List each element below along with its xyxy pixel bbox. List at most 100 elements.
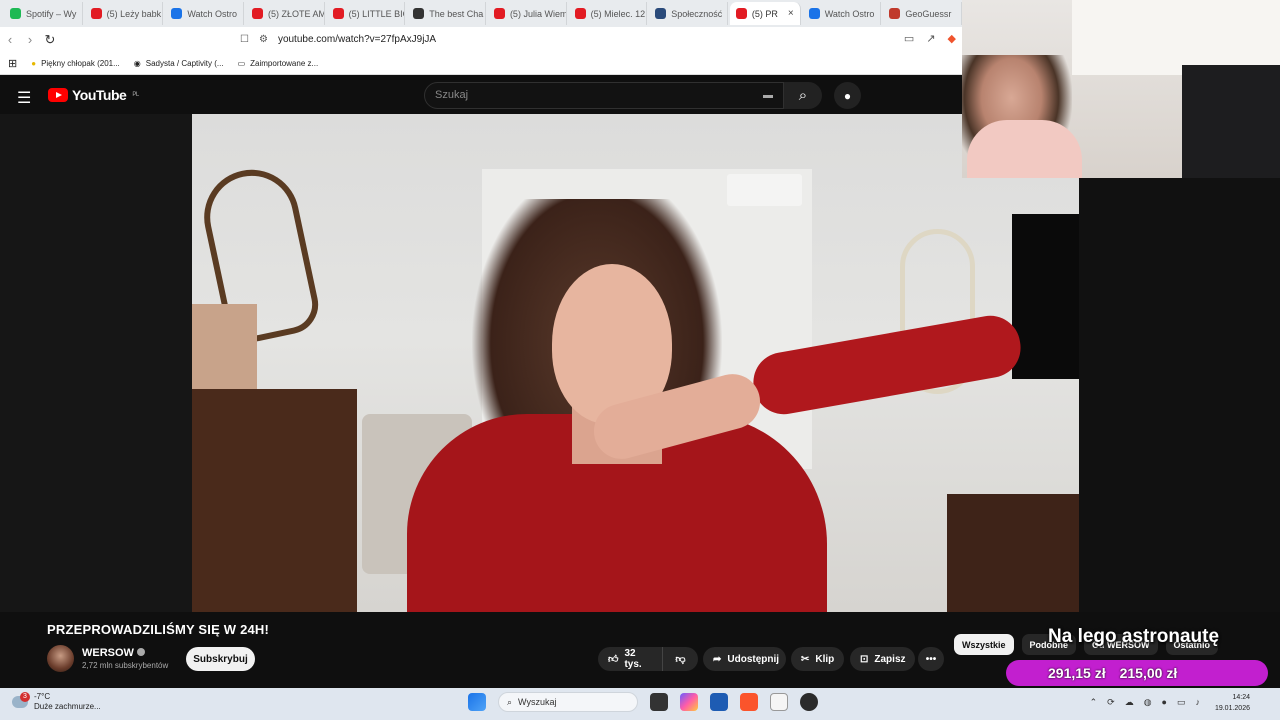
- browser-tab[interactable]: (5) Leży babk: [85, 2, 164, 25]
- chip-all[interactable]: Wszystkie: [954, 634, 1014, 655]
- tab-label: GeoGuessr: [905, 8, 952, 19]
- bookmark-item[interactable]: ● Piękny chłopak (201...: [31, 59, 120, 68]
- browser-tab[interactable]: The best Cha: [407, 2, 486, 25]
- microphone-icon: ●: [843, 88, 852, 103]
- close-tab-icon[interactable]: ×: [788, 8, 794, 19]
- video-frame-dresser: [192, 389, 357, 612]
- tab-favicon-icon: [171, 8, 183, 19]
- brave-shield-icon[interactable]: ◆: [948, 32, 956, 45]
- video-player[interactable]: [192, 114, 1079, 612]
- taskbar-search[interactable]: ⌕ Wyszukaj: [498, 692, 638, 712]
- clock[interactable]: 14:24 19.01.2026: [1215, 692, 1250, 714]
- menu-icon[interactable]: ☰: [17, 88, 31, 108]
- search-input[interactable]: Szukaj ▬: [424, 82, 784, 109]
- video-frame-desk: [947, 494, 1079, 612]
- notes-icon[interactable]: [770, 693, 788, 711]
- discord-icon[interactable]: ◍: [1144, 697, 1152, 708]
- share-button[interactable]: ➦ Udostępnij: [703, 647, 786, 671]
- tab-label: Watch Ostro: [824, 8, 875, 19]
- voice-search-button[interactable]: ●: [834, 82, 861, 109]
- copilot-icon[interactable]: [680, 693, 698, 711]
- share-label: Udostępnij: [727, 653, 780, 665]
- tab-favicon-icon: [655, 8, 667, 19]
- youtube-play-icon: [48, 88, 68, 102]
- system-tray: ⌃ ⟳ ☁ ◍ ● ▭ ♪: [1090, 697, 1200, 708]
- region-code: PL: [132, 92, 139, 98]
- tab-favicon-icon: [889, 8, 901, 19]
- bookmark-add-icon: ⊡: [860, 653, 869, 665]
- bookmark-item[interactable]: ◉ Sadysta / Captivity (...: [134, 59, 224, 68]
- clock-time: 14:24: [1232, 694, 1250, 701]
- webcam-shirt: [967, 120, 1082, 178]
- player-letterbox-left: [0, 114, 192, 612]
- browser-tab[interactable]: (5) Mielec. 12: [569, 2, 648, 25]
- site-info-icon[interactable]: ⚙: [259, 34, 268, 45]
- channel-avatar[interactable]: [47, 645, 74, 672]
- channel-name-wrap[interactable]: WERSOW: [82, 647, 145, 659]
- tab-favicon-icon: [808, 8, 820, 19]
- apps-icon[interactable]: ⊞: [8, 57, 17, 70]
- tab-label: Społeczność: [671, 8, 723, 19]
- obs-icon[interactable]: [800, 693, 818, 711]
- chevron-up-icon[interactable]: ⌃: [1090, 697, 1098, 708]
- browser-tab[interactable]: Spotify – Wy: [4, 2, 83, 25]
- browser-tab[interactable]: GeoGuessr: [883, 2, 963, 25]
- clip-button[interactable]: ✂ Klip: [791, 647, 844, 671]
- subscribe-button[interactable]: Subskrybuj: [186, 647, 255, 671]
- tab-label: Spotify – Wy: [26, 8, 77, 19]
- windows-start-icon[interactable]: [468, 693, 486, 711]
- taskbar-search-placeholder: Wyszukaj: [518, 697, 557, 707]
- webcam-window: [1072, 0, 1280, 75]
- video-frame-shelf: [192, 304, 257, 389]
- browser-tab[interactable]: (5) ZŁOTE AM: [246, 2, 325, 25]
- reload-icon[interactable]: ↻: [40, 32, 60, 48]
- browser-tab[interactable]: Watch Ostro: [803, 2, 882, 25]
- dislike-button[interactable]: 👎︎: [662, 647, 698, 671]
- youtube-logo[interactable]: YouTube PL: [48, 87, 139, 103]
- tab-label: (5) Julia Wiem: [509, 8, 567, 19]
- search-icon: ⌕: [798, 87, 808, 104]
- address-bar[interactable]: youtube.com/watch?v=27fpAxJ9jJA: [278, 34, 436, 45]
- browser-tab[interactable]: (5) Julia Wiem: [488, 2, 567, 25]
- bookmark-folder[interactable]: ▭ Zaimportowane z...: [238, 59, 319, 68]
- display-icon[interactable]: ▭: [1177, 697, 1186, 708]
- weather-desc: Duże zachmurze...: [34, 702, 101, 711]
- donation-goal-bar: 291,15 zł 215,00 zł: [1006, 660, 1268, 686]
- browser-tab[interactable]: (5) PR ×: [729, 2, 801, 25]
- back-icon[interactable]: ‹: [0, 32, 20, 47]
- like-button[interactable]: 👍︎ 32 tys.: [598, 647, 662, 671]
- tab-favicon-icon: [493, 8, 505, 19]
- more-actions-button[interactable]: •••: [918, 647, 944, 671]
- bookmark-icon[interactable]: ☐: [240, 34, 249, 45]
- sidebar-dark: [1079, 178, 1280, 612]
- browser-tab[interactable]: Społeczność: [649, 2, 728, 25]
- microphone-icon[interactable]: ●: [1162, 697, 1167, 708]
- browser-tab[interactable]: (5) LITTLE BIG: [327, 2, 406, 25]
- logo-text: YouTube: [72, 87, 127, 103]
- brave-icon[interactable]: [740, 693, 758, 711]
- video-frame-air-conditioner: [727, 174, 802, 206]
- bookmarks-bar: ⊞ ● Piękny chłopak (201... ◉ Sadysta / Cap…: [0, 52, 962, 75]
- task-view-icon[interactable]: [650, 693, 668, 711]
- thumbs-up-icon: 👍︎: [608, 654, 619, 665]
- search-button[interactable]: ⌕: [784, 82, 822, 109]
- keyboard-icon[interactable]: ▬: [763, 90, 773, 101]
- store-icon[interactable]: [710, 693, 728, 711]
- more-horizontal-icon: •••: [925, 653, 937, 665]
- volume-icon[interactable]: ♪: [1196, 697, 1201, 708]
- share-icon[interactable]: ↗: [926, 32, 935, 45]
- tab-favicon-icon: [251, 8, 263, 19]
- browser-tab[interactable]: Watch Ostro: [165, 2, 244, 25]
- tab-favicon-icon: [332, 8, 344, 19]
- tab-favicon-icon: [735, 8, 747, 19]
- forward-icon[interactable]: ›: [20, 32, 40, 47]
- tab-favicon-icon: [413, 8, 425, 19]
- tab-favicon-icon: [10, 8, 21, 19]
- tab-strip: Spotify – Wy (5) Leży babk Watch Ostro (5) …: [0, 0, 963, 27]
- sync-icon[interactable]: ⟳: [1107, 697, 1115, 708]
- cast-icon[interactable]: ▭: [904, 32, 914, 45]
- cloud-icon[interactable]: ☁: [1125, 697, 1134, 708]
- channel-name: WERSOW: [82, 647, 134, 659]
- save-button[interactable]: ⊡ Zapisz: [850, 647, 915, 671]
- video-frame-tv: [1012, 214, 1079, 379]
